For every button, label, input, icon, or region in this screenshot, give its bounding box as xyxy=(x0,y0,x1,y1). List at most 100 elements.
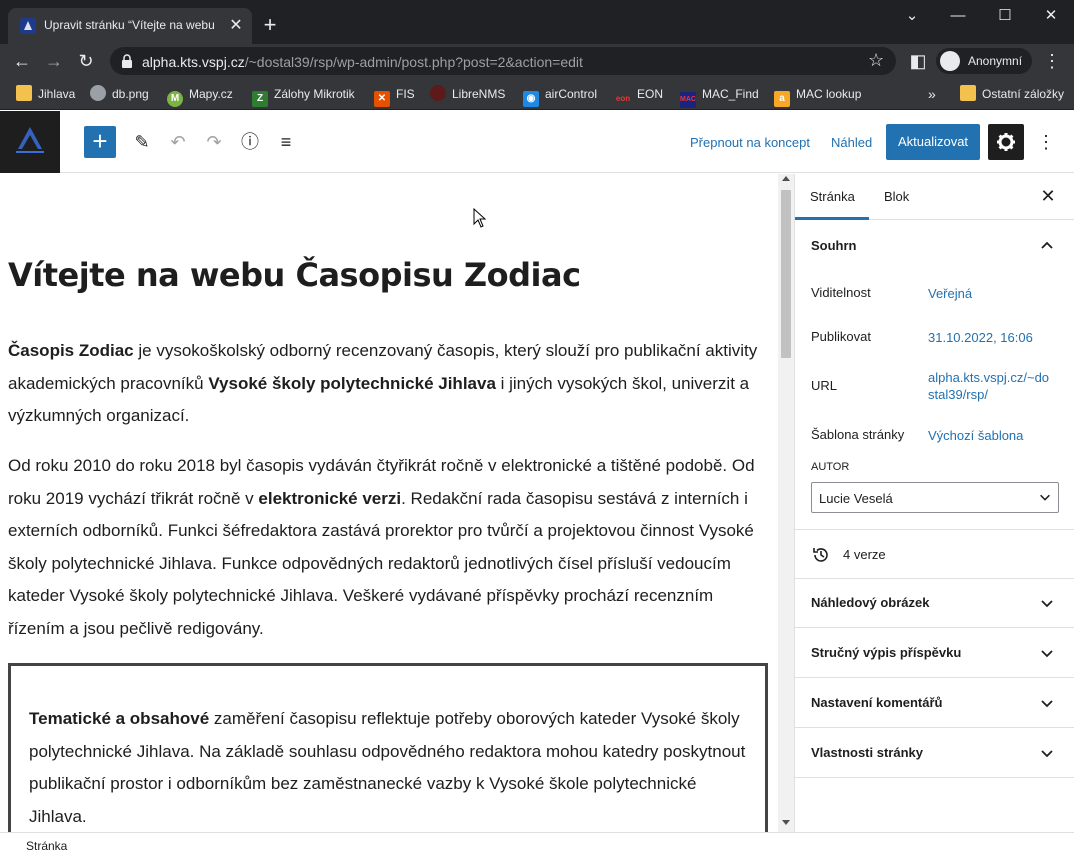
panel-page-attributes[interactable]: Vlastnosti stránky xyxy=(811,745,923,760)
switch-to-draft-button[interactable]: Přepnout na koncept xyxy=(690,135,810,150)
settings-gear-button[interactable] xyxy=(988,124,1024,160)
site-logo[interactable] xyxy=(0,111,60,173)
panel-featured-image[interactable]: Náhledový obrázek xyxy=(811,595,930,610)
maximize-button[interactable]: ☐ xyxy=(989,4,1021,28)
chevron-down-icon[interactable] xyxy=(1039,595,1055,611)
browser-titlebar: Upravit stránku “Vítejte na webu ✕ + ⌄ —… xyxy=(0,0,1074,44)
librenms-icon xyxy=(430,85,446,101)
zodiac-logo-icon xyxy=(16,127,44,153)
forward-arrow-icon[interactable]: → xyxy=(42,49,66,73)
scroll-up-arrow-icon[interactable] xyxy=(782,176,790,181)
back-arrow-icon[interactable]: ← xyxy=(10,49,34,73)
chevron-down-icon[interactable] xyxy=(1039,745,1055,761)
address-bar[interactable]: alpha.kts.vspj.cz/~dostal39/rsp/wp-admin… xyxy=(110,47,896,75)
folder-icon xyxy=(16,85,32,101)
mikrotik-icon: Z xyxy=(252,91,268,107)
tab-page[interactable]: Stránka xyxy=(810,189,855,204)
bookmark-eon[interactable]: eon EON xyxy=(615,84,663,107)
author-selected-value: Lucie Veselá xyxy=(819,491,893,506)
tab-close-icon[interactable]: ✕ xyxy=(226,16,246,36)
scroll-down-arrow-icon[interactable] xyxy=(782,820,790,825)
incognito-icon xyxy=(940,51,960,71)
bookmark-librenms[interactable]: LibreNMS xyxy=(430,84,505,104)
chevron-down-icon xyxy=(1040,494,1050,501)
side-panel-icon[interactable]: ◧ xyxy=(906,49,930,73)
active-tab-indicator xyxy=(795,217,869,220)
block-inserter-button[interactable]: + xyxy=(84,126,116,158)
reload-icon[interactable]: ↻ xyxy=(74,49,98,73)
bookmark-jihlava[interactable]: Jihlava xyxy=(16,84,75,104)
wordpress-favicon-icon xyxy=(20,18,36,34)
bookmarks-bar: Jihlava db.png M Mapy.cz Z Zálohy Mikrotik… xyxy=(0,78,1074,110)
preview-button[interactable]: Náhled xyxy=(831,135,872,150)
tools-pencil-icon[interactable]: ✎ xyxy=(130,130,154,154)
update-button[interactable]: Aktualizovat xyxy=(886,124,980,160)
bookmark-macfind[interactable]: MAC MAC_Find xyxy=(680,84,759,108)
other-bookmarks[interactable]: Ostatní záložky xyxy=(960,84,1064,104)
editor-footer: Stránka xyxy=(0,832,1074,857)
url-label: URL xyxy=(811,378,838,393)
aircontrol-icon: ◉ xyxy=(523,91,539,107)
visibility-value[interactable]: Veřejná xyxy=(928,285,1060,302)
post-title[interactable]: Vítejte na webu Časopisu Zodiac xyxy=(8,256,581,294)
paragraph-block-3[interactable]: Tematické a obsahové zaměření časopisu r… xyxy=(29,703,751,832)
lock-icon xyxy=(122,54,132,68)
divider xyxy=(795,727,1074,728)
undo-icon[interactable]: ↶ xyxy=(166,130,190,154)
chrome-menu-icon[interactable]: ⋮ xyxy=(1040,49,1064,73)
editor-canvas[interactable]: Vítejte na webu Časopisu Zodiac Časopis … xyxy=(0,174,778,832)
folder-icon xyxy=(960,85,976,101)
publish-date-value[interactable]: 31.10.2022, 16:06 xyxy=(928,329,1060,346)
divider xyxy=(795,777,1074,778)
panel-discussion[interactable]: Nastavení komentářů xyxy=(811,695,943,710)
redo-icon[interactable]: ↷ xyxy=(202,130,226,154)
details-info-icon[interactable]: ⓘ xyxy=(238,130,262,154)
tab-block[interactable]: Blok xyxy=(884,189,909,204)
revisions-link[interactable]: 4 verze xyxy=(843,547,886,562)
bookmark-fis[interactable]: ✕ FIS xyxy=(374,84,415,107)
eon-icon: eon xyxy=(615,91,631,107)
revisions-history-icon xyxy=(813,548,828,562)
author-select[interactable]: Lucie Veselá xyxy=(811,482,1059,513)
bookmark-mikrotik[interactable]: Z Zálohy Mikrotik xyxy=(252,84,355,107)
list-view-icon[interactable]: ≡ xyxy=(274,130,298,154)
browser-tab[interactable]: Upravit stránku “Vítejte na webu ✕ xyxy=(8,8,252,44)
bookmark-mapy[interactable]: M Mapy.cz xyxy=(167,84,233,107)
new-tab-button[interactable]: + xyxy=(258,14,282,38)
bookmark-maclookup[interactable]: a MAC lookup xyxy=(774,84,861,107)
breadcrumb[interactable]: Stránka xyxy=(26,839,67,853)
template-value[interactable]: Výchozí šablona xyxy=(928,427,1060,444)
scroll-thumb[interactable] xyxy=(781,190,791,358)
bookmark-aircontrol[interactable]: ◉ airControl xyxy=(523,84,597,107)
browser-toolbar: ← → ↻ alpha.kts.vspj.cz/~dostal39/rsp/wp… xyxy=(0,44,1074,78)
bookmark-star-icon[interactable]: ☆ xyxy=(868,50,884,71)
chevron-down-icon[interactable] xyxy=(1039,645,1055,661)
gear-icon xyxy=(997,133,1015,151)
bookmarks-overflow-button[interactable]: » xyxy=(928,84,936,104)
editor-header: + ✎ ↶ ↷ ⓘ ≡ Přepnout na koncept Náhled A… xyxy=(0,111,1074,173)
chevron-up-icon[interactable] xyxy=(1039,238,1055,254)
panel-excerpt[interactable]: Stručný výpis příspěvku xyxy=(811,645,961,660)
options-menu-icon[interactable]: ⋮ xyxy=(1034,130,1058,154)
mapy-icon: M xyxy=(167,91,183,107)
paragraph-block-2[interactable]: Od roku 2010 do roku 2018 byl časopis vy… xyxy=(8,450,770,645)
close-sidebar-icon[interactable]: ✕ xyxy=(1037,185,1059,207)
globe-icon xyxy=(90,85,106,101)
author-label: AUTOR xyxy=(811,461,850,473)
publish-label: Publikovat xyxy=(811,329,871,344)
group-block[interactable]: Tematické a obsahové zaměření časopisu r… xyxy=(8,663,768,832)
tab-search-icon[interactable]: ⌄ xyxy=(896,4,928,28)
profile-button[interactable]: Anonymní xyxy=(936,48,1032,74)
visibility-label: Viditelnost xyxy=(811,285,871,300)
minimize-button[interactable]: — xyxy=(942,4,974,28)
content-scrollbar[interactable] xyxy=(778,174,794,832)
divider xyxy=(795,578,1074,579)
summary-panel-title[interactable]: Souhrn xyxy=(811,238,857,253)
mouse-cursor-icon xyxy=(473,208,487,228)
close-window-button[interactable]: ✕ xyxy=(1035,4,1067,28)
chevron-down-icon[interactable] xyxy=(1039,695,1055,711)
paragraph-block-1[interactable]: Časopis Zodiac je vysokoškolský odborný … xyxy=(8,335,770,433)
url-value[interactable]: alpha.kts.vspj.cz/~dostal39/rsp/ xyxy=(928,369,1053,403)
macfind-icon: MAC xyxy=(680,92,696,108)
bookmark-db[interactable]: db.png xyxy=(90,84,149,104)
